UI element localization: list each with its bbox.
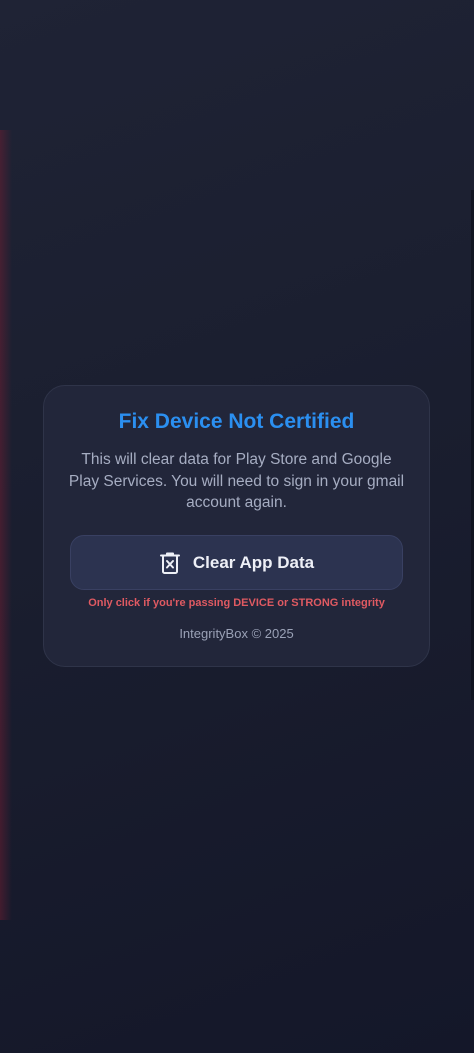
warning-text: Only click if you're passing DEVICE or S…	[88, 597, 385, 609]
background-edge-glow	[0, 130, 12, 920]
card-title: Fix Device Not Certified	[118, 410, 355, 433]
footer-copyright: IntegrityBox © 2025	[179, 626, 294, 641]
fix-device-card: Fix Device Not Certified This will clear…	[43, 385, 430, 667]
clear-app-data-label: Clear App Data	[192, 552, 315, 572]
trash-x-icon	[159, 551, 181, 575]
card-description: This will clear data for Play Store and …	[68, 451, 405, 511]
clear-app-data-button[interactable]: Clear App Data	[70, 535, 403, 590]
